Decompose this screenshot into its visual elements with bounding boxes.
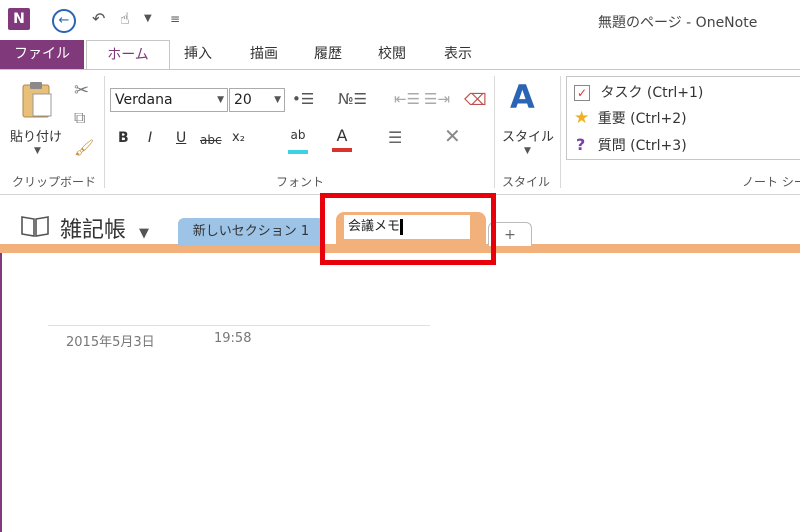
underline-button[interactable]: U: [176, 130, 186, 146]
tab-file[interactable]: ファイル: [0, 40, 84, 69]
font-color-button[interactable]: A: [332, 126, 352, 152]
page-title-underline: [48, 325, 430, 326]
numbering-icon[interactable]: №☰: [338, 90, 367, 108]
text-cursor: [400, 218, 404, 235]
styles-icon[interactable]: A: [510, 78, 535, 116]
tag-question[interactable]: ? 質問 (Ctrl+3): [574, 135, 687, 155]
font-group-label: フォント: [276, 175, 325, 189]
format-painter-icon[interactable]: 🖌: [74, 138, 94, 157]
undo-icon[interactable]: ↶: [92, 8, 105, 30]
increase-indent-icon[interactable]: ☰⇥: [424, 90, 450, 108]
group-separator: [494, 76, 495, 188]
group-separator: [104, 76, 105, 188]
notebook-selector[interactable]: 雑記帳 ▼: [60, 212, 149, 244]
chevron-down-icon: ▼: [139, 226, 150, 241]
page-time: 19:58: [214, 331, 252, 346]
touch-mode-dropdown-icon[interactable]: ▼: [144, 8, 152, 30]
align-icon[interactable]: ☰: [388, 128, 402, 147]
notebook-name: 雑記帳: [60, 218, 127, 243]
tag-task[interactable]: ✓ タスク (Ctrl+1): [574, 82, 703, 102]
tab-review[interactable]: 校閲: [364, 40, 420, 69]
copy-icon[interactable]: ⧉: [74, 108, 85, 128]
window-title: 無題のページ - OneNote: [598, 15, 758, 31]
delete-icon[interactable]: ✕: [444, 124, 461, 148]
highlight-button[interactable]: ab: [288, 128, 308, 154]
group-separator: [560, 76, 561, 188]
cut-icon[interactable]: ✂: [74, 80, 89, 101]
clear-formatting-icon[interactable]: ⌫: [464, 90, 487, 109]
chevron-down-icon: ▼: [274, 95, 281, 105]
strikethrough-button[interactable]: abc: [200, 133, 222, 147]
tab-home[interactable]: ホーム: [86, 40, 170, 70]
bold-button[interactable]: B: [118, 130, 129, 146]
tab-draw[interactable]: 描画: [236, 40, 292, 69]
clipboard-group-label: クリップボード: [12, 175, 97, 189]
font-size-select[interactable]: 20 ▼: [229, 88, 285, 112]
tab-history[interactable]: 履歴: [300, 40, 356, 69]
customize-toolbar-icon[interactable]: ≡: [170, 8, 180, 30]
decrease-indent-icon[interactable]: ⇤☰: [394, 90, 420, 108]
styles-group-label: スタイル: [502, 175, 551, 189]
tags-group-label: ノート シー: [742, 175, 800, 189]
star-icon: ★: [574, 108, 590, 128]
add-section-button[interactable]: +: [488, 222, 532, 246]
font-size-value: 20: [234, 92, 252, 108]
tab-view[interactable]: 表示: [430, 40, 486, 69]
bullets-icon[interactable]: •☰: [292, 90, 314, 108]
font-family-select[interactable]: Verdana ▼: [110, 88, 228, 112]
styles-button[interactable]: スタイル: [502, 126, 554, 145]
section-tab[interactable]: 新しいセクション 1: [178, 218, 324, 246]
subscript-button[interactable]: x₂: [232, 130, 245, 145]
tag-important[interactable]: ★ 重要 (Ctrl+2): [574, 108, 687, 128]
page-date: 2015年5月3日: [66, 335, 155, 350]
notebook-icon: [20, 214, 50, 238]
styles-dropdown-icon[interactable]: ▼: [524, 146, 531, 156]
onenote-logo-icon: N: [8, 8, 30, 30]
section-name-input[interactable]: 会議メモ: [344, 215, 470, 239]
page-accent-border: [0, 253, 2, 532]
chevron-down-icon: ▼: [217, 95, 224, 105]
paste-dropdown-icon[interactable]: ▼: [34, 146, 41, 156]
back-button[interactable]: ←: [52, 9, 76, 33]
italic-button[interactable]: I: [148, 130, 152, 146]
paste-icon[interactable]: [20, 80, 54, 120]
paste-button[interactable]: 貼り付け: [10, 126, 62, 145]
touch-mode-icon[interactable]: ☝: [120, 8, 130, 30]
checkbox-icon: ✓: [574, 85, 590, 101]
question-icon: ?: [576, 135, 586, 154]
font-family-value: Verdana: [115, 92, 173, 108]
tab-insert[interactable]: 挿入: [170, 40, 226, 69]
